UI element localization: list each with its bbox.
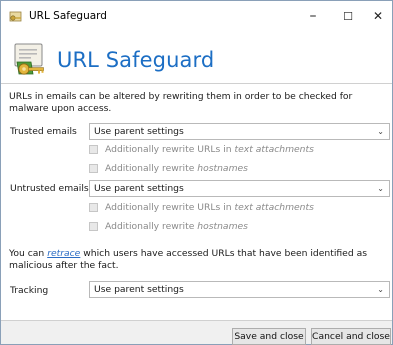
chevron-down-icon: ⌄: [377, 127, 384, 136]
cancel-and-close-button[interactable]: Cancel and close: [311, 328, 391, 345]
dialog-header: URL Safeguard: [9, 40, 214, 80]
description-text: URLs in emails can be altered by rewriti…: [9, 91, 353, 114]
save-and-close-button[interactable]: Save and close: [232, 328, 306, 345]
untrusted-emails-label: Untrusted emails: [10, 183, 89, 194]
divider: [1, 83, 392, 84]
checkbox-label: Additionally rewrite hostnames: [105, 221, 248, 232]
untrusted-rewrite-hostnames-checkbox[interactable]: Additionally rewrite hostnames: [89, 221, 248, 232]
trusted-rewrite-attachments-checkbox[interactable]: Additionally rewrite URLs in text attach…: [89, 144, 314, 155]
page-title: URL Safeguard: [57, 48, 215, 72]
untrusted-emails-select-value: Use parent settings: [94, 183, 184, 194]
close-button[interactable]: ✕: [355, 1, 393, 31]
url-safeguard-window: URL Safeguard – ☐ ✕ URL Safeguard URLs i…: [0, 0, 393, 345]
chevron-down-icon: ⌄: [377, 285, 384, 294]
checkbox-box[interactable]: [89, 203, 98, 212]
key-certificate-icon: [9, 11, 22, 22]
retrace-link[interactable]: retrace: [47, 248, 80, 259]
untrusted-emails-select[interactable]: Use parent settings ⌄: [89, 180, 390, 197]
trusted-emails-select-value: Use parent settings: [94, 126, 184, 137]
checkbox-box[interactable]: [89, 222, 98, 231]
checkbox-label: Additionally rewrite URLs in text attach…: [105, 144, 314, 155]
checkbox-label: Additionally rewrite URLs in text attach…: [105, 202, 314, 213]
tracking-select-value: Use parent settings: [94, 284, 184, 295]
untrusted-rewrite-attachments-checkbox[interactable]: Additionally rewrite URLs in text attach…: [89, 202, 314, 213]
checkbox-label: Additionally rewrite hostnames: [105, 163, 248, 174]
retrace-description: You can retrace which users have accesse…: [9, 248, 368, 271]
trusted-emails-select[interactable]: Use parent settings ⌄: [89, 123, 390, 140]
chevron-down-icon: ⌄: [377, 184, 384, 193]
key-certificate-icon: [14, 43, 44, 75]
window-title: URL Safeguard: [29, 10, 107, 22]
checkbox-box[interactable]: [89, 145, 98, 154]
checkbox-box[interactable]: [89, 164, 98, 173]
trusted-rewrite-hostnames-checkbox[interactable]: Additionally rewrite hostnames: [89, 163, 248, 174]
tracking-select[interactable]: Use parent settings ⌄: [89, 281, 390, 298]
footer-divider: [1, 320, 392, 321]
tracking-label: Tracking: [10, 285, 49, 296]
trusted-emails-label: Trusted emails: [10, 126, 77, 137]
